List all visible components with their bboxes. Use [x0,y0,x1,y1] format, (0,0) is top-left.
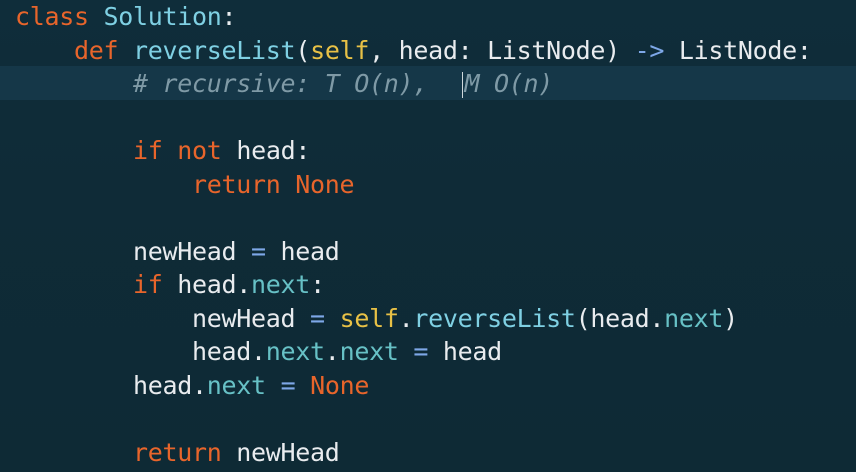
code-token: next [206,370,266,400]
code-token: None [295,169,355,199]
code-token: M O(n) [464,69,554,98]
code-token: head [428,337,502,366]
code-token: head. [192,337,266,366]
code-token: ) [723,303,738,333]
code-token: # recursive: T O(n), [133,69,458,98]
code-token: return [133,437,222,467]
code-token: = [280,370,296,400]
text-cursor [461,72,463,98]
code-token: def [74,35,119,65]
code-token: self [339,303,399,333]
code-token: class [15,2,89,31]
code-line: return None [15,168,355,202]
code-line: class Solution: [15,0,237,34]
code-editor[interactable]: class Solution: def reverseList(self, he… [0,0,856,472]
code-token: head: [221,136,311,165]
code-token: -> [634,35,665,65]
code-token: reverseList [413,303,576,333]
code-token: self [310,35,370,65]
code-line: head.next = None [15,369,369,403]
code-token: , head: ListNode) [369,35,635,65]
code-token: not [177,136,222,165]
code-line: if not head: [15,134,310,168]
code-line: newHead = self.reverseList(head.next) [15,302,738,336]
code-token: head. [133,370,207,400]
code-token: return [192,169,281,199]
code-token: = [310,303,325,333]
code-token: (head. [575,303,665,333]
code-token: . [398,303,414,333]
code-token: next [251,270,311,299]
code-line: newHead = head [15,235,340,269]
code-token: . [324,337,340,366]
code-token: next [664,303,724,333]
code-token: next [265,337,325,366]
code-line: if head.next: [15,268,325,302]
code-token: = [251,236,266,266]
code-line: # recursive: T O(n), M O(n) [15,67,553,101]
code-token: newHead [192,303,311,333]
code-token: : [221,2,237,31]
code-token: reverseList [133,35,296,65]
code-token: newHead [221,437,340,467]
code-token: if [133,270,163,299]
code-token: None [310,370,370,400]
code-line: return newHead [15,436,340,470]
code-token: next [339,337,399,366]
code-token: if [133,136,163,165]
code-token: ListNode: [664,35,812,65]
code-token: newHead [133,236,252,266]
code-token: head [265,236,340,266]
code-line: def reverseList(self, head: ListNode) ->… [15,34,812,68]
code-token: : [310,270,325,299]
code-token: head. [162,270,252,299]
code-token: ( [295,35,311,65]
code-token: = [413,337,429,366]
code-token: Solution [103,2,222,31]
code-line: head.next.next = head [15,335,502,369]
